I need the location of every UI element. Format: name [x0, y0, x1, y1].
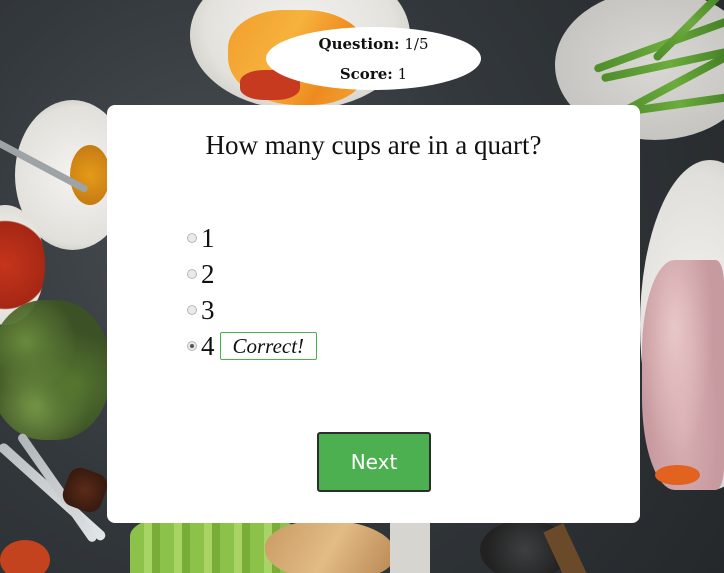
- spice-mound: [70, 145, 110, 205]
- answer-label[interactable]: 2: [201, 260, 215, 288]
- answer-label[interactable]: 1: [201, 224, 215, 252]
- herbs: [0, 300, 110, 440]
- quiz-card: How many cups are in a quart? 1 2 3 4 Co…: [107, 105, 640, 523]
- answer-option[interactable]: 3: [187, 292, 317, 328]
- answer-label[interactable]: 4: [201, 332, 215, 360]
- answer-options: 1 2 3 4 Correct!: [187, 220, 318, 364]
- answer-radio[interactable]: [187, 269, 197, 279]
- question-counter-value: 1/5: [404, 35, 429, 53]
- feedback-badge: Correct!: [219, 332, 318, 360]
- answer-option[interactable]: 2: [187, 256, 317, 292]
- carrot: [655, 465, 700, 485]
- raw-chicken: [642, 260, 724, 490]
- cutting-board: [390, 520, 430, 573]
- question-counter-label: Question:: [318, 35, 400, 53]
- ginger: [265, 520, 395, 573]
- answer-label[interactable]: 3: [201, 296, 215, 324]
- next-button[interactable]: Next: [317, 432, 431, 492]
- answer-option[interactable]: 1: [187, 220, 317, 256]
- answer-radio[interactable]: [187, 233, 197, 243]
- question-counter: Question: 1/5: [266, 35, 481, 53]
- score-badge: Question: 1/5 Score: 1: [266, 27, 481, 90]
- score-value: 1: [397, 65, 408, 83]
- score-display: Score: 1: [266, 65, 481, 83]
- answer-radio[interactable]: [187, 305, 197, 315]
- tomato: [0, 540, 50, 573]
- answer-radio-selected[interactable]: [187, 341, 197, 351]
- answer-option[interactable]: 4 Correct!: [187, 328, 318, 364]
- question-text: How many cups are in a quart?: [205, 130, 542, 160]
- score-label: Score:: [339, 65, 393, 83]
